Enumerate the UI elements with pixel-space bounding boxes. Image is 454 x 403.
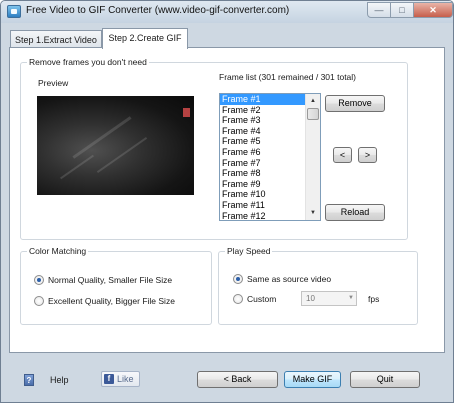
frame-list-item[interactable]: Frame #11 <box>220 200 306 211</box>
scroll-thumb[interactable] <box>307 108 319 120</box>
remove-button[interactable]: Remove <box>325 95 385 112</box>
frame-list-item[interactable]: Frame #4 <box>220 126 306 137</box>
normal-quality-label[interactable]: Normal Quality, Smaller File Size <box>48 275 172 285</box>
help-link[interactable]: Help <box>50 375 69 385</box>
next-frame-button[interactable]: > <box>358 147 377 163</box>
prev-frame-button[interactable]: < <box>333 147 352 163</box>
close-button[interactable]: ✕ <box>413 2 453 18</box>
preview-texture <box>96 136 148 174</box>
custom-speed-label[interactable]: Custom <box>247 294 276 304</box>
same-as-source-radio[interactable] <box>233 274 243 284</box>
chevron-down-icon: ▼ <box>348 295 354 301</box>
scroll-up-icon[interactable]: ▲ <box>306 94 320 108</box>
fps-select[interactable]: 10 ▼ <box>301 291 357 306</box>
video-preview <box>37 96 194 195</box>
facebook-like-button[interactable]: f Like <box>101 371 140 387</box>
preview-marker <box>183 108 190 117</box>
quit-button[interactable]: Quit <box>350 371 420 388</box>
facebook-icon: f <box>104 374 114 384</box>
custom-speed-radio[interactable] <box>233 294 243 304</box>
back-button[interactable]: < Back <box>197 371 278 388</box>
frame-list-items: Frame #1 Frame #2 Frame #3 Frame #4 Frame #5… <box>220 94 306 220</box>
frame-list-item[interactable]: Frame #1 <box>220 94 306 105</box>
preview-label: Preview <box>38 78 69 88</box>
frame-list-item[interactable]: Frame #9 <box>220 179 306 190</box>
app-window: Free Video to GIF Converter (www.video-g… <box>0 0 454 403</box>
remove-frames-group-title: Remove frames you don't need <box>27 57 149 67</box>
frame-list-item[interactable]: Frame #6 <box>220 147 306 158</box>
minimize-button[interactable]: — <box>367 2 391 18</box>
reload-button[interactable]: Reload <box>325 204 385 221</box>
help-icon[interactable]: ? <box>24 374 34 386</box>
frame-list-scrollbar[interactable]: ▲ ▼ <box>305 94 320 220</box>
frame-list-item[interactable]: Frame #3 <box>220 115 306 126</box>
scroll-down-icon[interactable]: ▼ <box>306 206 320 220</box>
frame-list-item[interactable]: Frame #7 <box>220 158 306 169</box>
frame-list-item[interactable]: Frame #5 <box>220 136 306 147</box>
play-speed-group-title: Play Speed <box>225 246 273 256</box>
color-matching-group-title: Color Matching <box>27 246 89 256</box>
tab-extract-video[interactable]: Step 1.Extract Video <box>10 30 102 48</box>
frame-list[interactable]: Frame #1 Frame #2 Frame #3 Frame #4 Frame #5… <box>219 93 321 221</box>
app-icon <box>7 5 21 18</box>
frame-list-label: Frame list (301 remained / 301 total) <box>219 72 357 82</box>
like-label: Like <box>117 374 134 384</box>
frame-list-item[interactable]: Frame #12 <box>220 211 306 220</box>
frame-list-item[interactable]: Frame #2 <box>220 105 306 116</box>
same-as-source-label[interactable]: Same as source video <box>247 274 331 284</box>
fps-value: 10 <box>306 294 315 303</box>
excellent-quality-label[interactable]: Excellent Quality, Bigger File Size <box>48 296 175 306</box>
preview-texture <box>60 154 94 180</box>
window-title: Free Video to GIF Converter (www.video-g… <box>26 5 290 16</box>
make-gif-button[interactable]: Make GIF <box>284 371 341 388</box>
frame-list-item[interactable]: Frame #8 <box>220 168 306 179</box>
frame-list-item[interactable]: Frame #10 <box>220 189 306 200</box>
color-matching-group: Color Matching <box>20 246 212 325</box>
title-bar[interactable]: Free Video to GIF Converter (www.video-g… <box>1 1 453 23</box>
maximize-button[interactable]: □ <box>390 2 414 18</box>
play-speed-group: Play Speed <box>218 246 418 325</box>
tab-create-gif[interactable]: Step 2.Create GIF <box>102 28 188 49</box>
excellent-quality-radio[interactable] <box>34 296 44 306</box>
normal-quality-radio[interactable] <box>34 275 44 285</box>
fps-unit-label: fps <box>368 294 380 304</box>
